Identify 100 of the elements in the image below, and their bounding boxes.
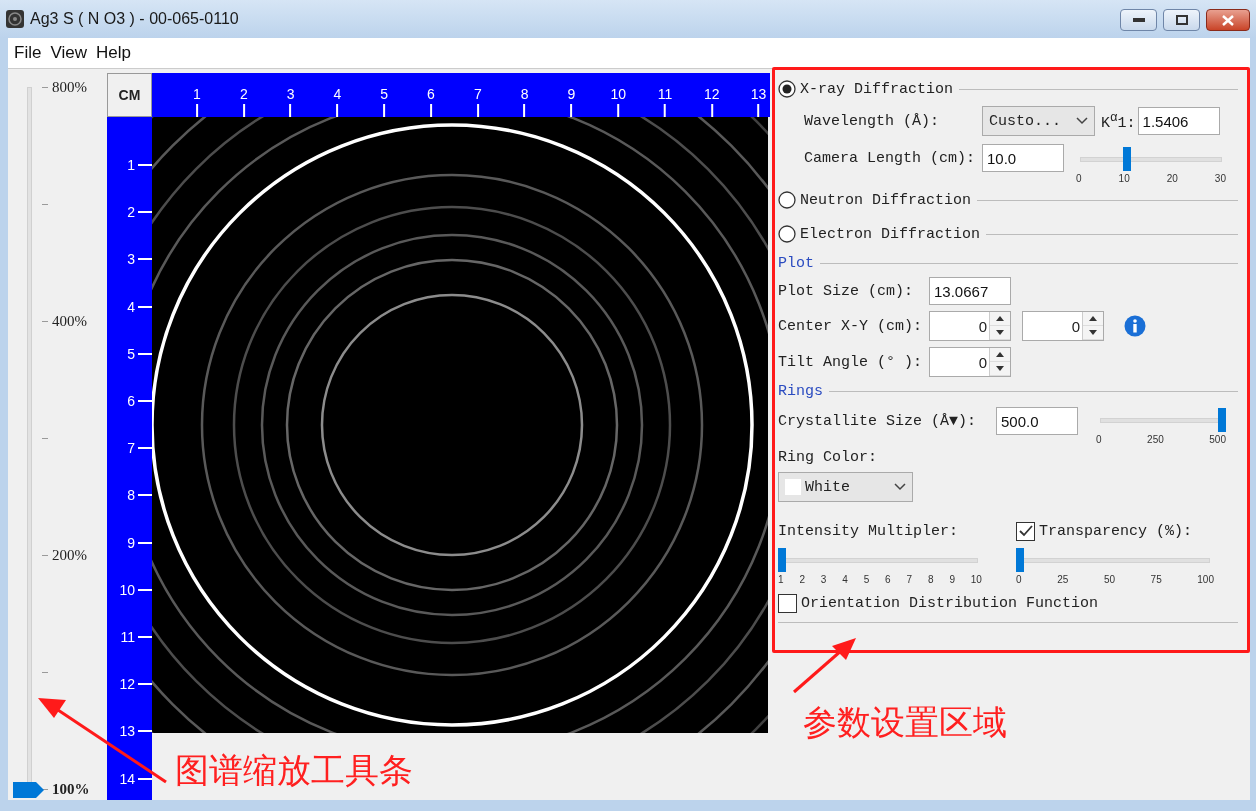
radio-circle-icon (778, 80, 796, 98)
wavelength-dropdown[interactable]: Custo... (982, 106, 1095, 136)
annotation-label: 图谱缩放工具条 (175, 749, 413, 792)
menu-item[interactable]: View (50, 43, 87, 63)
ruler-label: 6 (127, 393, 135, 409)
radio-circle-icon (778, 191, 796, 209)
ruler-label: 7 (127, 440, 135, 457)
down-triangle-icon (996, 366, 1004, 371)
checkbox[interactable] (778, 593, 797, 613)
chevron-down-icon (1076, 117, 1088, 125)
section-heading: Plot (778, 254, 814, 272)
field-label: Crystallite Size (Å▼): (778, 412, 978, 430)
radio-button[interactable]: Neutron Diffraction (778, 191, 972, 209)
ruler-label: 8 (127, 487, 135, 504)
ruler-label: 10 (610, 86, 626, 102)
ruler-label: 5 (380, 86, 389, 102)
tick-label: 5 (863, 574, 870, 585)
ruler-label: 1 (127, 157, 135, 173)
spin-down-button[interactable] (1083, 326, 1103, 340)
window-title: Ag3 S ( N O3 ) - 00-065-0110 (30, 10, 240, 28)
close-button[interactable] (1206, 9, 1250, 31)
app-icon (6, 10, 24, 28)
tick-label: 9 (949, 574, 955, 585)
ruler-label: 2 (127, 204, 135, 221)
field-label: Intensity Multipler: (778, 522, 959, 540)
ruler-label: 1 (193, 86, 201, 102)
field-label: Plot Size (cm): (778, 282, 915, 300)
tick-label: 30 (1214, 172, 1226, 184)
ruler-label: 9 (567, 86, 576, 102)
up-triangle-icon (1089, 316, 1097, 321)
menu-item[interactable]: File (14, 43, 42, 63)
spin-field[interactable]: 0 (929, 347, 1011, 377)
zoom-level-label: 400% (52, 312, 87, 330)
checkbox-label: Orientation Distribution Function (801, 594, 1099, 612)
radio-button[interactable]: Electron Diffraction (778, 225, 981, 243)
spin-field[interactable]: 0 (1022, 311, 1104, 341)
input-field[interactable]: 1.5406 (1137, 107, 1220, 135)
ruler-label: 7 (473, 86, 482, 102)
ruler-label: 11 (120, 629, 135, 645)
input-field[interactable]: 10.0 (982, 144, 1064, 172)
field-label: Wavelength (Å): (804, 112, 941, 130)
annotation-label: 参数设置区域 (803, 701, 1007, 744)
tick-label: 500 (1209, 433, 1226, 445)
slider-thumb[interactable] (13, 782, 44, 798)
tick-label: 8 (927, 574, 934, 585)
ruler-label: 3 (286, 86, 295, 102)
input-field[interactable]: 500.0 (996, 407, 1078, 435)
ruler-label: 3 (127, 251, 135, 268)
zoom-slider[interactable]: 800% 400% 200% 100% (8, 69, 107, 800)
input-field[interactable]: 13.0667 (929, 277, 1011, 305)
ruler-label: 12 (119, 676, 135, 693)
up-triangle-icon (996, 316, 1004, 321)
chevron-down-icon (894, 483, 906, 491)
ruler-label: 4 (127, 298, 135, 315)
ruler-label: 10 (119, 581, 135, 598)
maximize-button[interactable] (1163, 9, 1200, 31)
minimize-button[interactable] (1120, 9, 1157, 31)
slider-thumb[interactable] (1123, 146, 1132, 171)
ring-color-dropdown[interactable]: White (778, 472, 913, 502)
field-label: Center X-Y (cm): (778, 317, 924, 335)
ruler-label: 13 (750, 86, 767, 102)
menu-item[interactable]: Help (95, 43, 131, 63)
slider-thumb[interactable] (1016, 548, 1024, 572)
tick-label: 10 (970, 574, 982, 585)
info-icon[interactable] (1124, 315, 1146, 337)
checkbox[interactable] (1016, 521, 1035, 541)
close-icon (1222, 14, 1234, 26)
zoom-level-label: 800% (52, 78, 87, 96)
radio-button[interactable]: X-ray Diffraction (778, 80, 954, 98)
tick-label: 2 (799, 574, 805, 585)
ruler-label: 6 (427, 86, 435, 102)
field-label: Tilt Angle (° ): (778, 353, 924, 371)
tick-label: 100 (1197, 574, 1214, 585)
section-heading: Rings (778, 382, 823, 400)
ruler-label: 2 (239, 86, 248, 102)
spin-up-button[interactable] (990, 348, 1010, 362)
tick-label: 50 (1103, 574, 1115, 585)
ruler-label: 11 (657, 86, 673, 102)
tick-label: 25 (1057, 574, 1069, 585)
slider-thumb[interactable] (778, 548, 786, 572)
tick-label: 4 (842, 574, 848, 585)
spin-field[interactable]: 0 (929, 311, 1011, 341)
tick-label: 3 (820, 574, 827, 585)
minimize-icon (1132, 18, 1145, 22)
spin-down-button[interactable] (990, 326, 1010, 340)
spin-up-button[interactable] (1083, 312, 1103, 326)
tick-label: 7 (906, 574, 913, 585)
tick-label: 250 (1147, 433, 1164, 445)
spin-down-button[interactable] (990, 362, 1010, 376)
unit-label: CM (107, 73, 152, 117)
slider-thumb[interactable] (1218, 407, 1226, 432)
tick-label: 0 (1016, 574, 1022, 585)
zoom-level-label: 100% (52, 781, 90, 799)
tick-label: 20 (1166, 172, 1178, 184)
spin-up-button[interactable] (990, 312, 1010, 326)
field-label: Ring Color: (778, 448, 878, 466)
field-label: Camera Length (cm): (804, 149, 977, 167)
ruler-label: 14 (119, 770, 135, 787)
color-swatch (785, 479, 801, 495)
ruler-label: 8 (520, 86, 529, 102)
